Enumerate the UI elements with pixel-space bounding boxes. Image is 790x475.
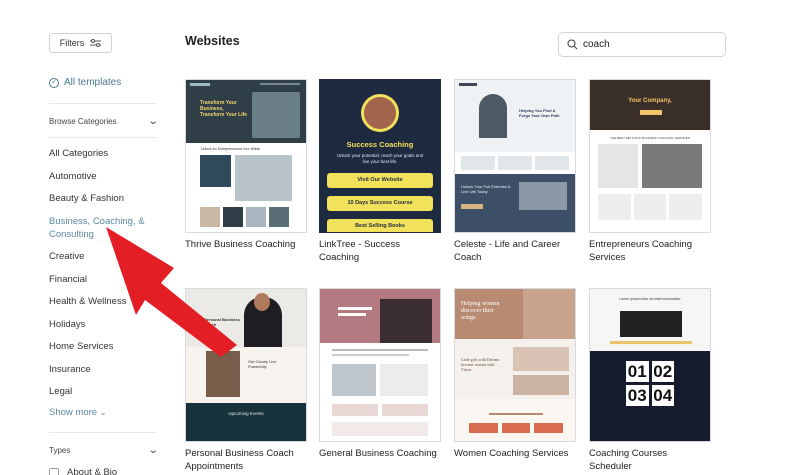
thumb-hero-text: Lorem ipsum dolor sit amet consectetur (619, 297, 681, 301)
template-thumbnail[interactable]: Your Company, THE BEST SETTINGS BUSINESS… (589, 79, 711, 233)
thumb-sub-text: Unlock An Entrepreneurial Your Within (201, 147, 261, 151)
template-thumbnail[interactable]: Transform Your Business, Transform Your … (185, 79, 307, 233)
type-option-about-bio[interactable]: About & Bio (49, 467, 117, 475)
thumb-events-text: Upcoming Events (228, 411, 264, 416)
page-title: Websites (185, 34, 240, 48)
template-thumbnail[interactable]: Lorem ipsum dolor sit amet consectetur 0… (589, 288, 711, 442)
thumb-hero-text: Personal Business Coach (204, 317, 240, 327)
browse-categories-toggle[interactable]: Browse Categories ⌄ (49, 116, 159, 127)
template-card-entrepreneurs[interactable]: Your Company, THE BEST SETTINGS BUSINESS… (589, 79, 711, 264)
thumb-digit: 04 (651, 385, 674, 406)
category-item[interactable]: Creative (49, 250, 164, 263)
types-label: Types (49, 446, 71, 455)
thumb-mid-text: Little girls with Dreams become women wi… (461, 357, 500, 372)
thumb-sub-text: THE BEST SETTINGS BUSINESS COACHING SERV… (610, 136, 690, 140)
category-item[interactable]: Health & Wellness (49, 295, 164, 308)
category-item[interactable]: Legal (49, 385, 164, 398)
all-templates-link[interactable]: ✓ All templates (49, 77, 121, 88)
template-title[interactable]: Personal Business Coach Appointments (185, 447, 307, 473)
chevron-down-icon: ⌄ (147, 116, 159, 127)
thumb-link-button: Visit Our Website (327, 173, 433, 188)
template-card-general-business-coaching[interactable]: General Business Coaching (319, 288, 441, 460)
browse-categories-label: Browse Categories (49, 117, 117, 126)
chevron-down-icon: ⌄ (99, 408, 107, 417)
thumb-digit: 02 (651, 361, 674, 382)
check-circle-icon: ✓ (49, 77, 59, 88)
template-thumbnail[interactable] (319, 288, 441, 442)
thumb-sub-text: Unlock Your Full Potential & Live Life T… (461, 184, 511, 194)
thumb-link-button: 10 Days Success Course (327, 196, 433, 211)
sliders-icon (90, 39, 102, 47)
thumb-hero-text: Your Company, (628, 98, 672, 104)
search-icon (567, 39, 578, 50)
thumb-hero-text: Helping women discover their wings. (461, 301, 500, 321)
category-item[interactable]: All Categories (49, 147, 164, 160)
category-item[interactable]: Beauty & Fashion (49, 192, 164, 205)
template-title[interactable]: Women Coaching Services (454, 447, 576, 460)
thumb-profile-name: Success Coaching (346, 140, 414, 149)
all-templates-label: All templates (64, 77, 122, 88)
template-title[interactable]: General Business Coaching (319, 447, 441, 460)
thumb-hero-text: Helping You Find & Forge Your Own Path (519, 108, 560, 118)
divider (49, 432, 157, 433)
types-toggle[interactable]: Types ⌄ (49, 445, 159, 456)
template-thumbnail[interactable]: Personal Business Coach Get Clearly Live… (185, 288, 307, 442)
search-input[interactable] (583, 39, 713, 50)
category-item[interactable]: Business, Coaching, & Consulting (49, 215, 164, 241)
search-box[interactable] (558, 32, 726, 57)
template-card-women-coaching[interactable]: Helping women discover their wings. Litt… (454, 288, 576, 460)
template-thumbnail[interactable]: Helping You Find & Forge Your Own Path U… (454, 79, 576, 233)
thumb-digit: 03 (626, 385, 649, 406)
show-more-link[interactable]: Show more ⌄ (49, 407, 106, 418)
template-thumbnail[interactable]: Success Coaching Unlock your potential, … (319, 79, 441, 233)
category-item[interactable]: Home Services (49, 340, 164, 353)
template-title[interactable]: LinkTree - Success Coaching (319, 238, 441, 264)
divider (49, 103, 157, 104)
category-item[interactable]: Automotive (49, 170, 164, 183)
filters-button[interactable]: Filters (49, 33, 112, 53)
template-title[interactable]: Celeste - Life and Career Coach (454, 238, 576, 264)
category-item[interactable]: Holidays (49, 318, 164, 331)
template-card-celeste[interactable]: Helping You Find & Forge Your Own Path U… (454, 79, 576, 264)
sidebar: Filters ✓ All templates Browse Categorie… (0, 0, 175, 475)
chevron-down-icon: ⌄ (147, 445, 159, 456)
template-thumbnail[interactable]: Helping women discover their wings. Litt… (454, 288, 576, 442)
thumb-tagline: Unlock your potential, reach your goals … (336, 153, 424, 164)
type-option-label: About & Bio (67, 467, 118, 475)
checkbox[interactable] (49, 467, 59, 475)
template-card-linktree[interactable]: Success Coaching Unlock your potential, … (319, 79, 441, 264)
filters-label: Filters (59, 38, 85, 48)
template-card-coaching-courses-scheduler[interactable]: Lorem ipsum dolor sit amet consectetur 0… (589, 288, 711, 473)
category-list: All Categories Automotive Beauty & Fashion… (49, 147, 164, 408)
divider (49, 137, 157, 138)
template-title[interactable]: Thrive Business Coaching (185, 238, 307, 251)
template-card-thrive[interactable]: Transform Your Business, Transform Your … (185, 79, 307, 251)
thumb-mid-text: Get Clearly Live Powerfully (248, 359, 277, 369)
template-title[interactable]: Entrepreneurs Coaching Services (589, 238, 711, 264)
category-item[interactable]: Insurance (49, 363, 164, 376)
show-more-label: Show more (49, 407, 98, 418)
thumb-digit: 01 (626, 361, 649, 382)
category-item[interactable]: Financial (49, 273, 164, 286)
thumb-hero-text: Transform Your Business, Transform Your … (200, 100, 248, 118)
thumb-link-button: Best Selling Books (327, 219, 433, 232)
template-title[interactable]: Coaching Courses Scheduler (589, 447, 711, 473)
template-card-personal-business-coach[interactable]: Personal Business Coach Get Clearly Live… (185, 288, 307, 473)
